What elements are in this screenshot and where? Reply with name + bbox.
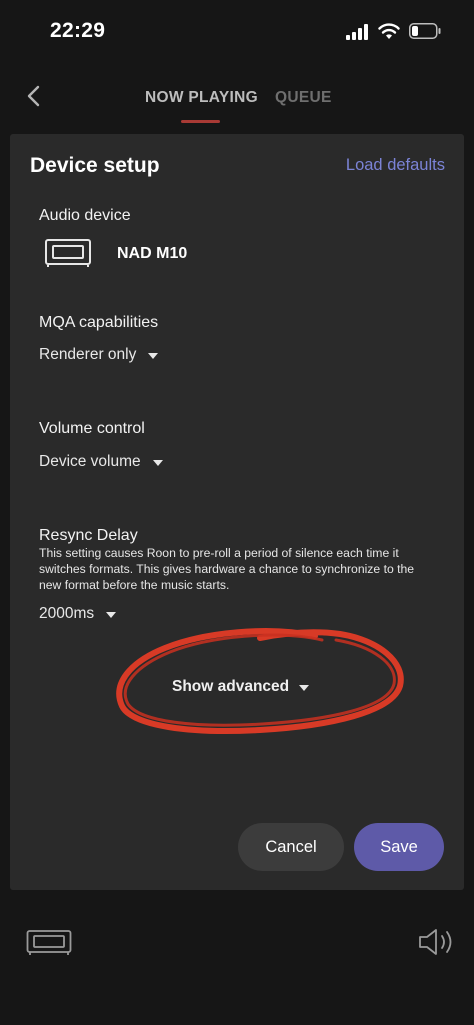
top-nav: NOW PLAYING QUEUE bbox=[0, 70, 474, 130]
wifi-icon bbox=[378, 23, 400, 39]
caret-down-icon bbox=[152, 460, 163, 466]
audio-zone-device-icon[interactable] bbox=[26, 929, 72, 955]
show-advanced-toggle[interactable]: Show advanced bbox=[172, 678, 310, 696]
tab-queue[interactable]: QUEUE bbox=[275, 89, 332, 107]
dialog-title: Device setup bbox=[30, 154, 160, 177]
resync-delay-dropdown[interactable]: 2000ms bbox=[39, 605, 117, 623]
active-tab-indicator bbox=[181, 120, 220, 123]
caret-down-icon bbox=[148, 353, 159, 359]
back-chevron-icon[interactable] bbox=[22, 84, 46, 108]
audio-device-label: Audio device bbox=[39, 207, 131, 224]
device-setup-dialog: Device setup Load defaults Audio device … bbox=[10, 134, 464, 890]
load-defaults-link[interactable]: Load defaults bbox=[346, 156, 445, 175]
mqa-capabilities-dropdown[interactable]: Renderer only bbox=[39, 346, 159, 364]
volume-speaker-icon[interactable] bbox=[418, 927, 456, 957]
volume-control-label: Volume control bbox=[39, 420, 145, 437]
battery-icon bbox=[409, 23, 441, 39]
tab-now-playing[interactable]: NOW PLAYING bbox=[145, 89, 258, 107]
cellular-signal-icon bbox=[346, 24, 368, 40]
mqa-capabilities-value: Renderer only bbox=[39, 346, 137, 363]
resync-delay-description: This setting causes Roon to pre-roll a p… bbox=[39, 546, 415, 592]
status-time: 22:29 bbox=[50, 19, 106, 42]
audio-device-name: NAD M10 bbox=[117, 245, 188, 262]
caret-down-icon bbox=[106, 612, 117, 618]
cancel-button[interactable]: Cancel bbox=[238, 823, 344, 871]
mqa-capabilities-label: MQA capabilities bbox=[39, 314, 159, 331]
status-bar: 22:29 bbox=[0, 0, 474, 58]
volume-control-dropdown[interactable]: Device volume bbox=[39, 453, 163, 471]
resync-delay-label: Resync Delay bbox=[39, 527, 138, 544]
volume-control-value: Device volume bbox=[39, 453, 141, 470]
audio-device-icon bbox=[45, 239, 91, 267]
show-advanced-label: Show advanced bbox=[172, 678, 290, 695]
caret-down-icon bbox=[299, 685, 310, 691]
save-button[interactable]: Save bbox=[354, 823, 444, 871]
resync-delay-value: 2000ms bbox=[39, 605, 95, 622]
